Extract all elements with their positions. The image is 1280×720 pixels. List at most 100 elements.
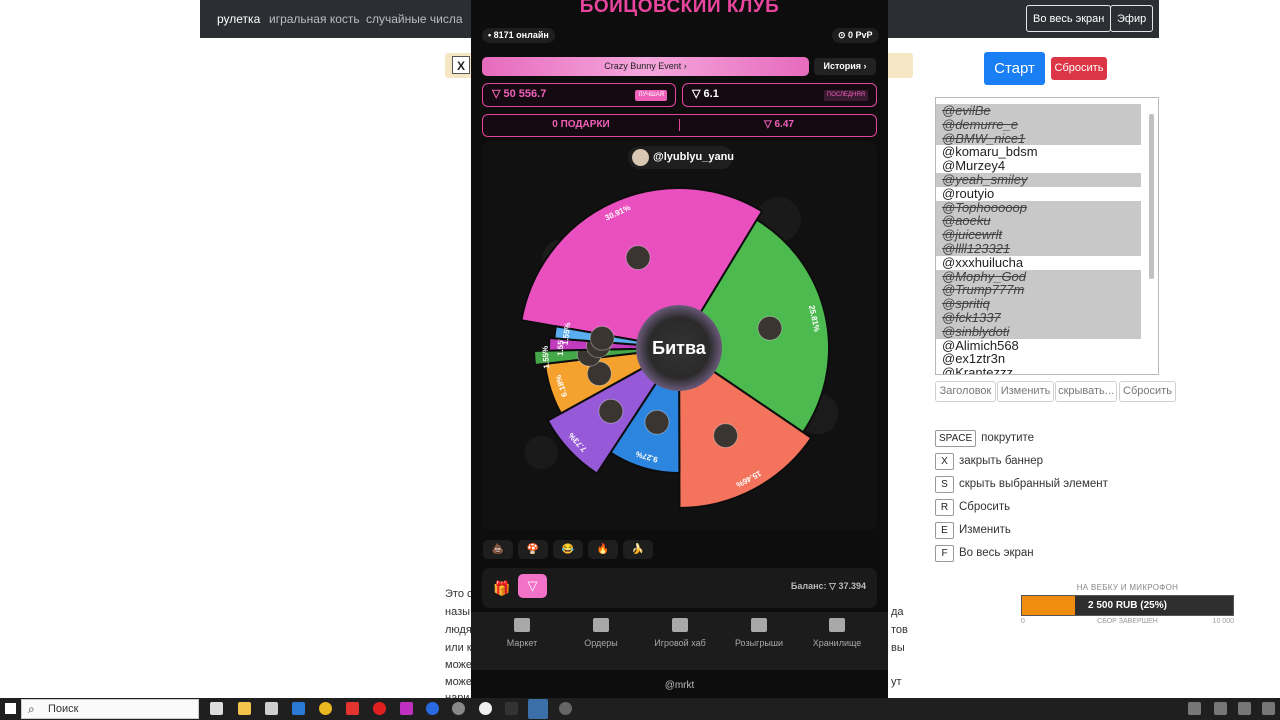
balance-label: Баланс: ▽ 37.394	[790, 581, 866, 591]
article-line: тов	[891, 624, 908, 636]
shortcut-space: SPACE покрутите	[935, 430, 1034, 447]
title-button[interactable]: Заголовок	[935, 381, 996, 402]
store-icon[interactable]	[265, 702, 278, 715]
mail-icon[interactable]	[292, 702, 305, 715]
wheel-avatar	[598, 398, 624, 424]
banner-close-button[interactable]: X	[452, 56, 470, 74]
hide-button[interactable]: скрывать...	[1055, 381, 1117, 402]
nav-link-dice[interactable]: игральная кость	[269, 12, 360, 26]
nav-market[interactable]: Маркет	[487, 618, 557, 648]
page-title: БОЙЦОВСКИЙ КЛУБ	[579, 0, 780, 17]
app-icon[interactable]	[505, 702, 518, 715]
list-item[interactable]: @xxxhuilucha	[936, 255, 1141, 270]
list-item[interactable]: @demurre_e	[936, 117, 1141, 132]
donation-progress-bar: 2 500 RUB (25%)	[1021, 595, 1234, 616]
start-button[interactable]: Старт	[984, 52, 1045, 85]
list-item[interactable]: @Krantezzz	[936, 366, 1141, 374]
list-item[interactable]: @ex1ztr3n	[936, 352, 1141, 366]
reset-list-button[interactable]: Сбросить	[1119, 381, 1176, 402]
list-item[interactable]: @fck1337	[936, 311, 1141, 325]
list-item[interactable]: @BMW_nice1	[936, 131, 1141, 146]
notifications-icon[interactable]	[1262, 702, 1275, 715]
list-item[interactable]: @juicewrlt	[936, 228, 1141, 242]
gamepad-icon	[672, 618, 688, 632]
nav-link-random-numbers[interactable]: случайные числа	[366, 12, 463, 26]
spin-button-label: Битва	[652, 338, 707, 358]
roulette-wheel[interactable]: 30.91%25.81%15.46%9.27%7.73%6.18%1.55%1.…	[471, 160, 888, 520]
list-item[interactable]: @sinblydoti	[936, 324, 1141, 339]
list-item[interactable]: @yeah_smiley	[936, 173, 1141, 187]
pvp-count: ⊙ 0 PvP	[832, 28, 879, 43]
article-line: вы	[891, 642, 905, 654]
nav-orders[interactable]: Ордеры	[566, 618, 636, 648]
list-item[interactable]: @Mophy_God	[936, 269, 1141, 284]
list-item[interactable]: @Alimich568	[936, 338, 1141, 353]
list-item[interactable]: @Trump777m	[936, 283, 1141, 298]
shortcut-s: Sскрыть выбранный элемент	[935, 476, 1108, 493]
wheel-avatar	[625, 245, 651, 271]
article-line: назы	[445, 606, 471, 618]
emoji-button-fire[interactable]: 🔥	[588, 540, 618, 559]
app-icon[interactable]	[559, 702, 572, 715]
article-line: може	[445, 659, 473, 671]
taskbar-search[interactable]: ⌕ Поиск	[21, 699, 199, 719]
gift-icon[interactable]: 🎁	[492, 578, 512, 598]
volume-icon[interactable]	[1238, 702, 1251, 715]
article-line: людя	[445, 624, 472, 636]
nav-giveaways[interactable]: Розыгрыши	[724, 618, 794, 648]
history-button[interactable]: История ›	[814, 58, 876, 75]
miniapp-window: БОЙЦОВСКИЙ КЛУБ • 8171 онлайн ⊙ 0 PvP Cr…	[471, 0, 888, 698]
emoji-button-poop[interactable]: 💩	[483, 540, 513, 559]
list-item[interactable]: @komaru_bdsm	[936, 145, 1141, 159]
emoji-button-laugh[interactable]: 😂	[553, 540, 583, 559]
network-icon[interactable]	[1214, 702, 1227, 715]
list-item[interactable]: @Tophooooop	[936, 200, 1141, 215]
yandex-icon[interactable]	[346, 702, 359, 715]
gifts-panel[interactable]: 0 ПОДАРКИ ▽ 6.47	[482, 114, 877, 137]
ticket-icon	[751, 618, 767, 632]
ton-icon[interactable]: ▽	[518, 574, 547, 598]
app-icon[interactable]	[400, 702, 413, 715]
task-view-icon[interactable]	[210, 702, 223, 715]
article-line: да	[891, 606, 904, 618]
list-item[interactable]: @aoeku	[936, 214, 1141, 229]
wheel-avatar	[644, 409, 670, 435]
list-item[interactable]: @llll123321	[936, 242, 1141, 256]
nav-link-roulette[interactable]: рулетка	[217, 12, 260, 26]
gifts-label: 0 ПОДАРКИ	[552, 119, 610, 130]
telegram-icon[interactable]	[528, 699, 548, 719]
list-scrollbar[interactable]	[1147, 102, 1156, 370]
article-line: може	[445, 676, 473, 688]
participants-textarea[interactable]: @evilBe @demurre_e @BMW_nice1 @komaru_bdsm @…	[935, 97, 1159, 375]
list-item[interactable]: @routyio	[936, 186, 1141, 201]
list-item[interactable]: @spritiq	[936, 297, 1141, 311]
event-banner[interactable]: Crazy Bunny Event ›	[482, 57, 809, 76]
shortcut-x: Xзакрыть баннер	[935, 453, 1043, 470]
shortcut-f: F Во весь экран	[935, 545, 1034, 562]
reset-button[interactable]: Сбросить	[1051, 57, 1107, 80]
list-item[interactable]: @Murzey4	[936, 159, 1141, 173]
live-button[interactable]: Эфир	[1110, 5, 1154, 32]
bottom-nav: Маркет Ордеры Игровой хаб Розыгрыши Хран…	[471, 612, 888, 670]
edit-button[interactable]: Изменить	[997, 381, 1054, 402]
nav-storage[interactable]: Хранилище	[802, 618, 872, 648]
list-item[interactable]: @evilBe	[936, 104, 1141, 118]
chrome-icon[interactable]	[319, 702, 332, 715]
wheel-avatar	[589, 325, 615, 351]
donation-status: СБОР ЗАВЕРШЕН	[1097, 618, 1158, 625]
system-tray-icon[interactable]	[1188, 702, 1201, 715]
emoji-button-mushroom[interactable]: 🍄	[518, 540, 548, 559]
windows-start-icon[interactable]	[5, 703, 16, 714]
fullscreen-button[interactable]: Во весь экран	[1026, 5, 1112, 32]
article-line: Это с	[445, 588, 473, 600]
opera-icon[interactable]	[373, 702, 386, 715]
wheel-avatar	[757, 315, 783, 341]
yandex-browser-icon[interactable]	[479, 702, 492, 715]
footer-handle: @mrkt	[664, 680, 695, 691]
app-icon[interactable]	[452, 702, 465, 715]
app-icon[interactable]	[426, 702, 439, 715]
file-explorer-icon[interactable]	[238, 702, 251, 715]
emoji-button-banana[interactable]: 🍌	[623, 540, 653, 559]
nav-game-hub[interactable]: Игровой хаб	[645, 618, 715, 648]
best-value: ▽ 50 556.7	[492, 88, 547, 100]
